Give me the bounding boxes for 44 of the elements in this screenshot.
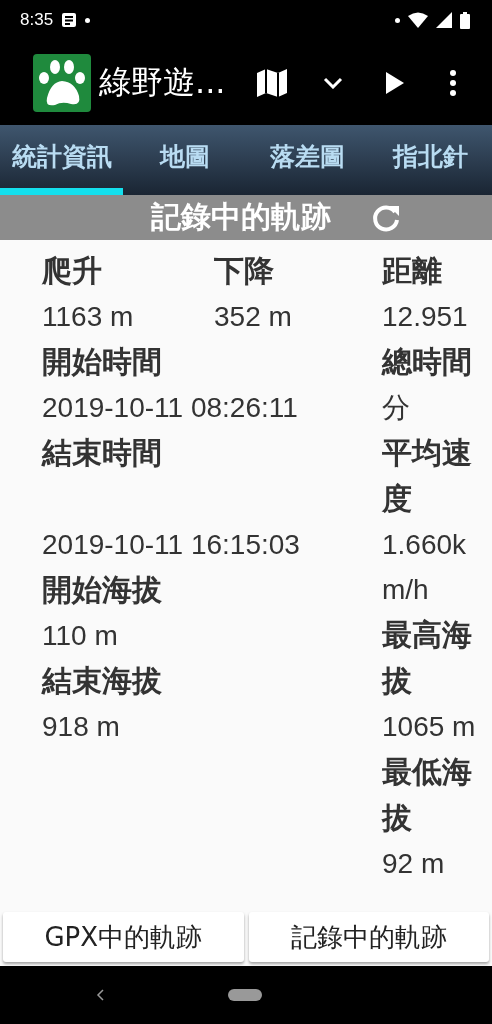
signal-icon: [436, 12, 452, 28]
stat-label: 最低海拔: [382, 753, 473, 837]
stat-value: 1163 m: [42, 300, 135, 334]
dot-icon: [85, 17, 91, 23]
notification-icon: [61, 12, 78, 28]
stat-value: 92 m: [382, 847, 446, 881]
battery-icon: [460, 11, 470, 29]
tab[interactable]: 落差圖: [246, 125, 369, 195]
stat-value: 1.660km/h: [382, 528, 468, 607]
stat-label: 距離: [382, 252, 443, 290]
stat-label: 總時間: [382, 343, 473, 381]
back-icon[interactable]: [96, 989, 104, 1001]
map-icon[interactable]: [257, 68, 287, 97]
tab[interactable]: 地圖: [123, 125, 246, 195]
tab[interactable]: 指北針: [369, 125, 492, 195]
stat-label: 爬升: [42, 252, 103, 290]
home-pill[interactable]: [228, 989, 262, 1001]
stat-value: 110 m: [42, 619, 119, 653]
dot-icon: [395, 17, 400, 23]
track-button[interactable]: 記錄中的軌跡: [248, 912, 489, 962]
stat-value: 1065 m: [382, 710, 477, 744]
stat-label: 下降: [214, 252, 275, 290]
stat-value: 918 m: [42, 710, 121, 744]
stat-label: 開始海拔: [42, 571, 163, 609]
stat-value: 分: [382, 391, 411, 425]
stat-label: 開始時間: [42, 343, 163, 381]
stat-label: 結束海拔: [42, 662, 163, 700]
track-button[interactable]: GPX中的軌跡: [3, 912, 244, 962]
wifi-icon: [408, 12, 428, 28]
app-title: 綠野遊...: [99, 61, 227, 103]
status-time: 8:35: [20, 10, 54, 30]
stat-value: 12.951: [382, 300, 469, 334]
stat-label: 最高海拔: [382, 616, 473, 700]
paw-logo-icon: [33, 53, 91, 112]
stat-label: 結束時間: [42, 434, 163, 472]
refresh-icon[interactable]: [371, 202, 401, 233]
stat-value: 2019-10-11 16:15:03: [42, 528, 301, 562]
chevron-down-icon[interactable]: [323, 76, 343, 89]
section-title: 記錄中的軌跡: [151, 198, 331, 236]
stat-value: 2019-10-11 08:26:11: [42, 391, 299, 425]
stat-label: 平均速度: [382, 434, 473, 518]
more-icon[interactable]: [450, 69, 456, 96]
play-icon[interactable]: [386, 71, 404, 94]
stat-value: 352 m: [214, 300, 293, 334]
